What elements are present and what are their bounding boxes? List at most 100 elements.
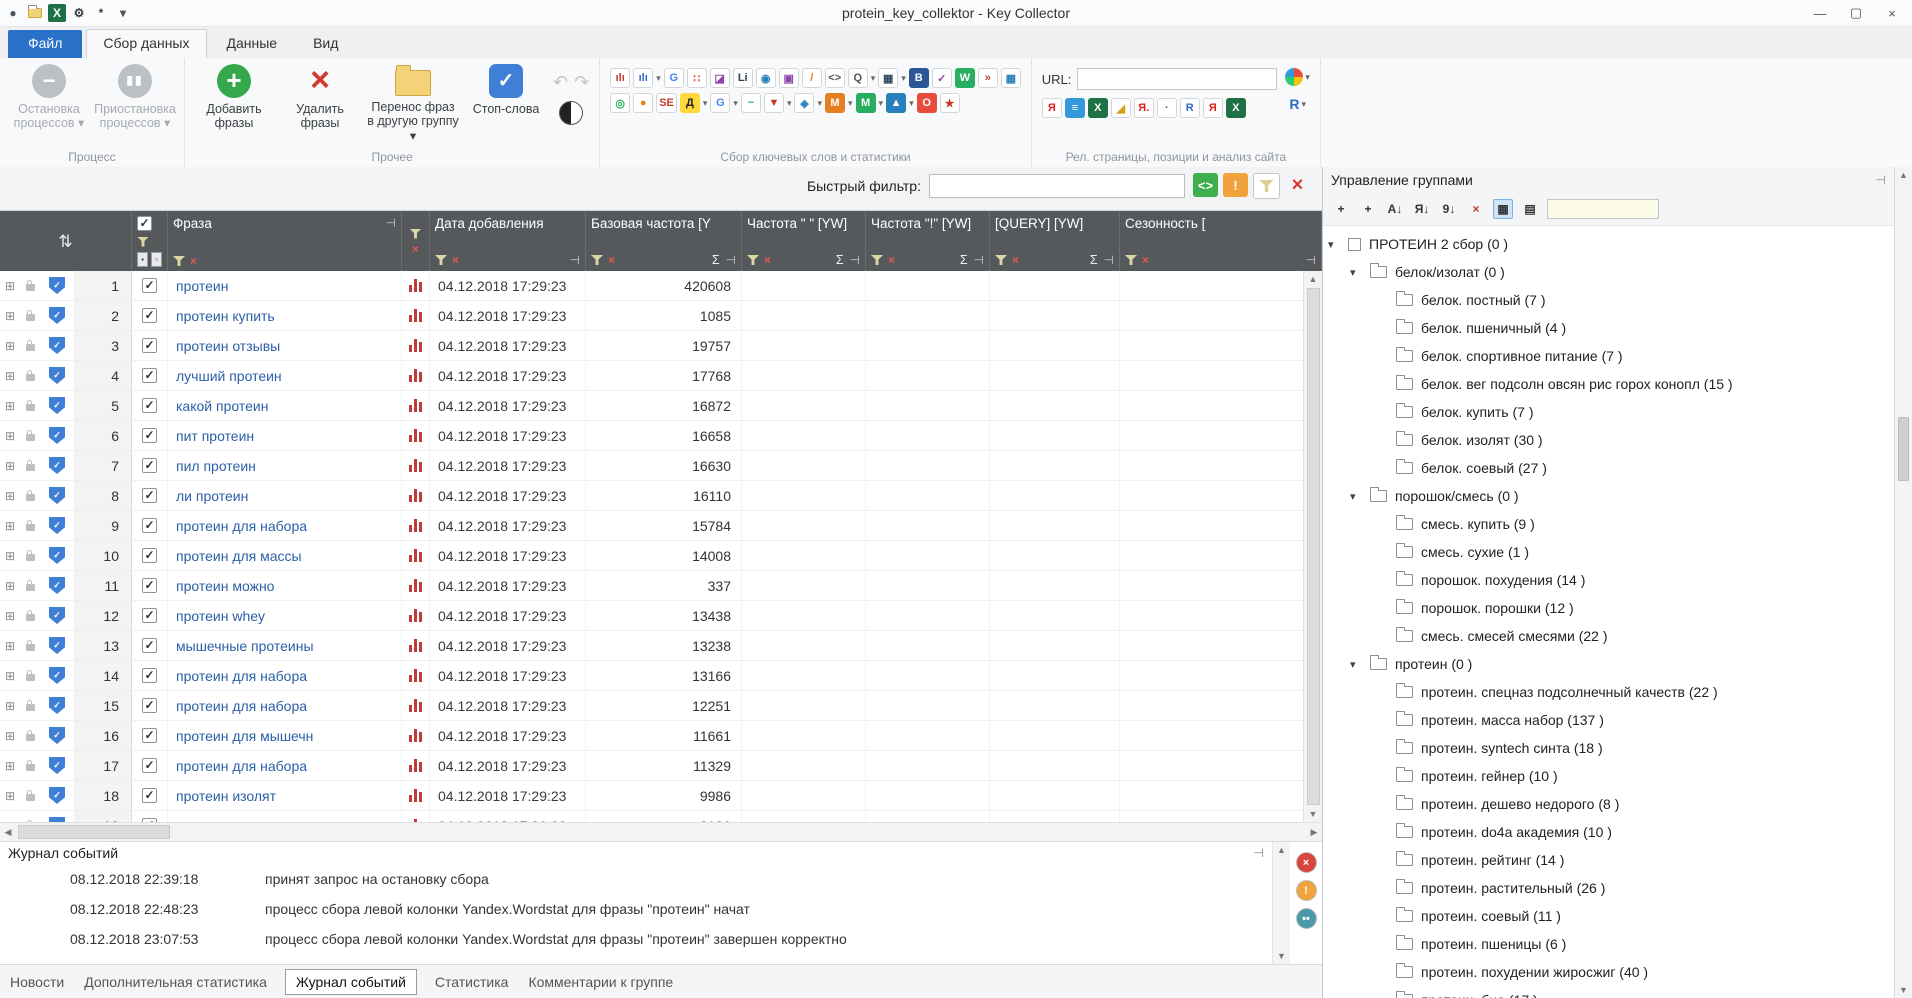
phrase-cell[interactable]: пит протеин [168,421,402,450]
funnel-collect-icon[interactable]: ▼ [763,93,784,113]
row-checkbox[interactable] [142,728,157,743]
table-row[interactable]: ⊞ ✓ 13 мышечные протеины 04.12.2018 17:2… [0,631,1303,661]
funnel-collect-icon-dropdown[interactable]: ▾ [787,98,792,109]
phrase-cell[interactable]: протеин для набора [168,691,402,720]
phrase-cell[interactable]: протеин для набора [168,751,402,780]
phrase-cell[interactable]: лучший протеин [168,361,402,390]
sort-az-icon[interactable]: A↓ [1385,199,1405,219]
column-filter-icon[interactable] [591,255,603,265]
tree-expand-arrow[interactable]: ▾ [1350,490,1370,503]
row-checkbox[interactable] [142,698,157,713]
group-tree-item[interactable]: протеин. бца (17 ) [1323,986,1894,998]
add-group-icon[interactable]: + [1331,199,1351,219]
table-row[interactable]: ⊞ ✓ 18 протеин изолят 04.12.2018 17:29:2… [0,781,1303,811]
bottom-tab-item[interactable]: Комментарии к группе [526,970,675,994]
bing-icon[interactable]: B [908,68,929,88]
column-filter-clear-icon[interactable]: × [888,254,895,266]
row-checkbox[interactable] [142,578,157,593]
wordstat-chart-icon[interactable] [408,369,423,382]
phrase-cell[interactable]: протеин отзывы [168,331,402,360]
select-all-checkbox[interactable] [137,216,152,231]
column-filter-icon[interactable] [871,255,883,265]
group-tree-item[interactable]: протеин. спецназ подсолнечный качеств (2… [1323,678,1894,706]
table-horizontal-scrollbar[interactable]: ◀ ▶ [0,822,1322,841]
snippets-icon[interactable]: ▦ [878,68,899,88]
clear-sort-icon[interactable]: × [1466,199,1486,219]
group-tree-item[interactable]: протеин. растительный (26 ) [1323,874,1894,902]
yandex-relevance-icon[interactable]: Я [1041,98,1062,118]
phrase-cell[interactable]: протеин [168,271,402,300]
table-row[interactable]: ⊞ ✓ 11 протеин можно 04.12.2018 17:29:23… [0,571,1303,601]
phrase-cell[interactable]: протеин для мышечн [168,721,402,750]
table-row[interactable]: ⊞ ✓ 14 протеин для набора 04.12.2018 17:… [0,661,1303,691]
wordstat-chart-icon[interactable] [408,789,423,802]
drop-service-icon-dropdown[interactable]: ▾ [817,98,822,109]
column-header[interactable]: Сезонность [ × ⊣ [1120,211,1322,271]
row-expander[interactable]: ⊞ [0,391,20,420]
tree-expand-arrow[interactable]: ▾ [1328,238,1348,251]
group-tree-item[interactable]: белок. постный (7 ) [1323,286,1894,314]
group-tree-item[interactable]: смесь. сухие (1 ) [1323,538,1894,566]
bottom-tab-item[interactable]: Новости [8,970,66,994]
quick-filter-input[interactable] [929,174,1185,198]
column-header[interactable]: Дата добавления × ⊣ [430,211,586,271]
export-excel-icon[interactable]: X [48,4,66,22]
table-row[interactable]: ⊞ ✓ 5 какой протеин 04.12.2018 17:29:23 … [0,391,1303,421]
row-checkbox[interactable] [142,608,157,623]
phrase-cell[interactable]: протеин для набора [168,511,402,540]
group-tree-item[interactable]: белок. спортивное питание (7 ) [1323,342,1894,370]
table-row[interactable]: ⊞ ✓ 19 протеин для похуде 04.12.2018 17:… [0,811,1303,822]
spellcheck-icon[interactable]: ✓ [931,68,952,88]
log-scrollbar[interactable]: ▲ ▼ [1272,842,1290,964]
wordstat-chart-icon[interactable] [408,699,423,712]
pie-chart-icon[interactable] [1285,68,1304,86]
row-checkbox[interactable] [142,668,157,683]
wordstat-chart-icon[interactable] [408,459,423,472]
row-checkbox[interactable] [142,788,157,803]
delete-phrases-button[interactable]: × Удалить фразы [281,61,359,149]
column-filter-icon[interactable] [173,256,185,266]
row-expander[interactable]: ⊞ [0,271,20,300]
table-row[interactable]: ⊞ ✓ 4 лучший протеин 04.12.2018 17:29:23… [0,361,1303,391]
report-r-icon[interactable]: R [1289,96,1299,112]
dot-separator-icon[interactable]: · [1156,98,1177,118]
row-checkbox[interactable] [142,518,157,533]
pin-icon[interactable]: ⊣ [1254,846,1264,860]
column-filter-clear-icon[interactable]: × [764,254,771,266]
row-expander[interactable]: ⊞ [0,421,20,450]
wordstat-chart-icon[interactable] [408,519,423,532]
wordstat-collect-icon[interactable]: ılı [610,68,631,88]
metrika-icon[interactable]: ∷ [686,68,707,88]
column-filter-clear-icon[interactable]: × [1012,254,1019,266]
table-row[interactable]: ⊞ ✓ 8 ли протеин 04.12.2018 17:29:23 161… [0,481,1303,511]
group-tree-item[interactable]: ▾ белок/изолат (0 ) [1323,258,1894,286]
group-tree-item[interactable]: протеин. масса набор (137 ) [1323,706,1894,734]
save-icon[interactable]: ● [4,4,22,22]
megaindex-icon[interactable]: M [855,93,876,113]
group-tree-item[interactable]: протеин. рейтинг (14 ) [1323,846,1894,874]
group-tree-item[interactable]: ▾ порошок/смесь (0 ) [1323,482,1894,510]
wordstat-chart-icon[interactable] [408,759,423,772]
wordstat-chart-icon[interactable] [408,399,423,412]
minimize-button[interactable]: — [1804,2,1836,24]
stop-words-button[interactable]: ✓ Стоп-слова [467,64,545,149]
phrase-cell[interactable]: ли протеин [168,481,402,510]
wordstat-deep-collect-icon[interactable]: ılı [633,68,654,88]
group-tree-item[interactable]: протеин. do4a академия (10 ) [1323,818,1894,846]
scroll-down-icon[interactable]: ▼ [1895,982,1912,998]
table-row[interactable]: ⊞ ✓ 15 протеин для набора 04.12.2018 17:… [0,691,1303,721]
group-tree-item[interactable]: протеин. похудении жиросжиг (40 ) [1323,958,1894,986]
row-expander[interactable]: ⊞ [0,571,20,600]
wordstat-chart-icon[interactable] [408,429,423,442]
rookee-icon[interactable]: R [1179,98,1200,118]
site-structure-icon[interactable]: ≡ [1064,98,1085,118]
phrase-cell[interactable]: протеин для массы [168,541,402,570]
manual-mark-icon[interactable]: » [977,68,998,88]
table-row[interactable]: ⊞ ✓ 16 протеин для мышечн 04.12.2018 17:… [0,721,1303,751]
column-filter-icon[interactable] [747,255,759,265]
group-tree-item[interactable]: белок. купить (7 ) [1323,398,1894,426]
tab-data[interactable]: Данные [211,30,294,58]
window-vertical-scrollbar[interactable]: ▲ ▼ [1894,167,1912,998]
positions-xls-icon[interactable]: X [1087,98,1108,118]
google-suggest-icon[interactable]: G [710,93,731,113]
